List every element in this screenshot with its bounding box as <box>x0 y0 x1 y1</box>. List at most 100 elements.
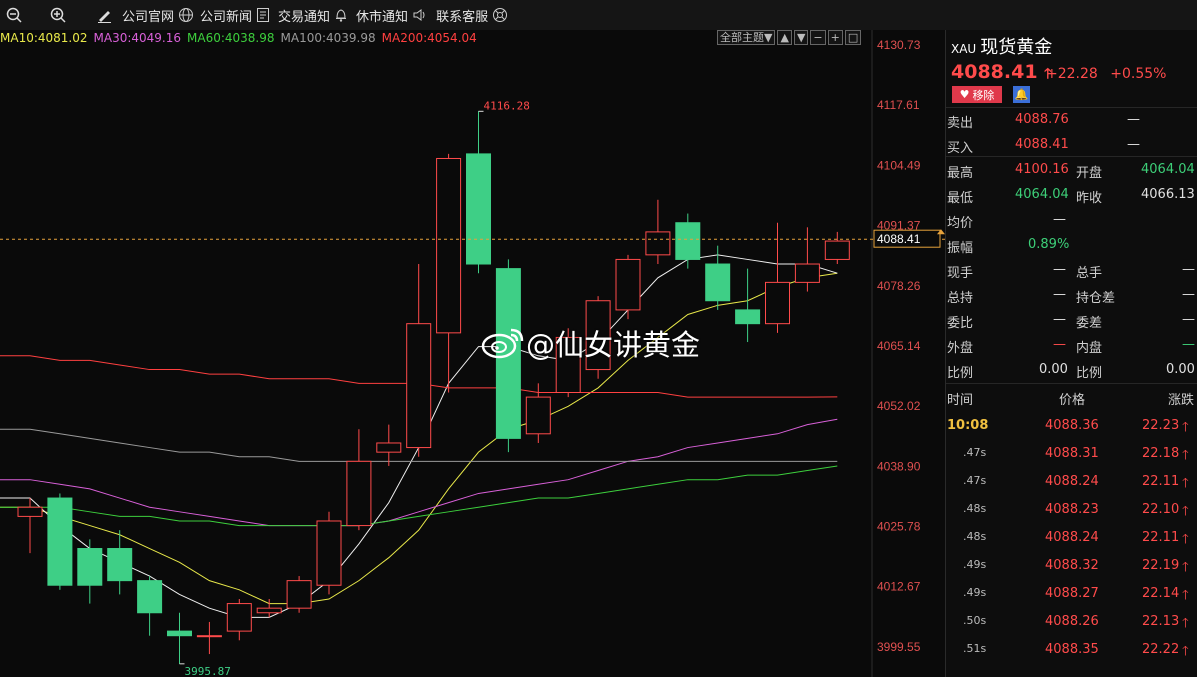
quote-change-pct: +0.55% <box>1110 66 1167 82</box>
high-label: 最高 <box>947 166 974 181</box>
tick-row: .51s 4088.35 22.22 🡑 <box>946 636 1197 664</box>
toolbar-trade-notice[interactable]: 交易通知 <box>278 6 348 25</box>
bili1-value: 0.00 <box>1039 362 1068 377</box>
y-tick-label: 4065.14 <box>877 339 921 353</box>
sell-label: 卖出 <box>947 116 974 131</box>
amp-value: 0.89% <box>1028 237 1070 252</box>
diff-label: 委差 <box>1076 316 1103 331</box>
candle-body <box>466 153 491 265</box>
document-icon <box>257 8 270 22</box>
collapse-down-icon[interactable]: ▼ <box>793 30 809 45</box>
now-hand-label: 现手 <box>947 266 974 281</box>
tick-change: 22.14 <box>1142 586 1180 601</box>
row-amp: 振幅 0.89% <box>946 233 1197 258</box>
row-high-open: 最高 4100.16 开盘 4064.04 <box>946 158 1197 183</box>
tick-row: .47s 4088.31 22.18 🡑 <box>946 440 1197 468</box>
row-low-prev: 最低 4064.04 昨收 4066.13 <box>946 183 1197 208</box>
tick-row: .49s 4088.27 22.14 🡑 <box>946 580 1197 608</box>
row-hold: 总持 — 持仓差 — <box>946 283 1197 308</box>
candle-body <box>675 222 701 260</box>
tick-price: 4088.24 <box>1045 474 1099 489</box>
row-avg: 均价 — <box>946 208 1197 233</box>
candle-body <box>107 548 133 582</box>
tick-row: .50s 4088.26 22.13 🡑 <box>946 608 1197 636</box>
tick-change: 22.13 <box>1142 614 1180 629</box>
candle-body <box>794 263 820 283</box>
row-buy: 买入 4088.41 — <box>946 133 1197 158</box>
now-hand-value: — <box>1053 262 1066 277</box>
ma-line-ma60 <box>0 465 838 527</box>
tick-change: 22.18 <box>1142 446 1180 461</box>
candle-body <box>406 323 432 449</box>
y-tick-label: 4038.90 <box>877 459 921 473</box>
alert-bell-button[interactable]: 🔔 <box>1013 86 1030 103</box>
toolbar-support[interactable]: 联系客服 <box>436 6 508 25</box>
tick-time: .49s <box>963 558 987 571</box>
quote-name: 现货黄金 <box>980 37 1053 58</box>
tick-time: 10:08 <box>947 418 989 433</box>
candle-body <box>376 442 402 453</box>
minus-box-icon[interactable]: − <box>810 30 826 45</box>
up-arrow-icon: 🡑 <box>1182 616 1189 631</box>
kline-chart-svg: 4130.734117.614104.494091.374078.264065.… <box>0 30 945 677</box>
tick-row: 10:08 4088.36 22.23 🡑 <box>946 412 1197 440</box>
tick-price: 4088.23 <box>1045 502 1099 517</box>
tick-change: 22.11 <box>1142 530 1180 545</box>
bili1-label: 比例 <box>947 366 974 381</box>
pen-draw-icon[interactable] <box>90 1 118 29</box>
row-outer-inner: 外盘 — 内盘 — <box>946 333 1197 358</box>
low-value: 4064.04 <box>1015 187 1069 202</box>
candle-body <box>137 580 163 614</box>
buy-price: 4088.41 <box>1015 137 1069 152</box>
zoom-out-icon[interactable] <box>0 1 28 29</box>
top-toolbar: 公司官网 公司新闻 交易通知 休市通知 联系客服 <box>0 0 1197 31</box>
fullscreen-icon[interactable]: □ <box>844 30 862 45</box>
candle-body <box>226 603 252 632</box>
up-arrow-icon: 🡑 <box>1182 644 1189 659</box>
plus-box-icon[interactable]: + <box>827 30 843 45</box>
low-label: 最低 <box>947 191 974 206</box>
speaker-icon <box>413 9 425 21</box>
toolbar-company-site[interactable]: 公司官网 <box>122 6 194 25</box>
candle-body <box>346 460 372 527</box>
candle-body <box>436 157 462 334</box>
candle-body <box>615 258 641 311</box>
quote-symbol: XAU <box>951 42 977 56</box>
y-tick-label: 4104.49 <box>877 158 921 172</box>
candle-body <box>735 309 761 325</box>
candle-body <box>316 520 342 586</box>
toolbar-company-news[interactable]: 公司新闻 <box>200 6 270 25</box>
tick-change: 22.11 <box>1142 474 1180 489</box>
y-tick-label: 4130.73 <box>877 38 921 52</box>
ticks-header-change: 涨跌 <box>1168 393 1195 408</box>
theme-dropdown[interactable]: 全部主题▼ <box>717 30 776 45</box>
high-value: 4100.16 <box>1015 162 1069 177</box>
zoom-in-icon[interactable] <box>44 1 72 29</box>
row-hands: 现手 — 总手 — <box>946 258 1197 283</box>
ma-legend: MA10:4081.02 MA30:4049.16 MA60:4038.98 MA10… <box>0 31 483 47</box>
toolbar-company-news-label: 公司新闻 <box>200 9 253 25</box>
quote-change-value: +22.28 <box>1046 66 1098 82</box>
kline-chart[interactable]: 4130.73 4117.61 4104.49 4091.37 4078.26 4065.… <box>0 30 945 677</box>
tick-time: .47s <box>963 446 987 459</box>
collapse-up-icon[interactable]: ▲ <box>777 30 792 45</box>
candle-body <box>47 497 73 586</box>
ratio-label: 委比 <box>947 316 974 331</box>
quote-price: 4088.41 🡑 <box>951 61 1051 87</box>
row-bili: 比例 0.00 比例 0.00 <box>946 358 1197 383</box>
candle-body <box>765 281 790 325</box>
toolbar-trade-notice-label: 交易通知 <box>278 9 331 25</box>
hold-diff-label: 持仓差 <box>1076 291 1116 306</box>
tick-change: 22.19 <box>1142 558 1180 573</box>
prev-close-value: 4066.13 <box>1141 187 1195 202</box>
candle-body <box>824 240 850 260</box>
watermark: @仙女讲黄金 <box>480 322 700 364</box>
remove-watchlist-button[interactable]: ♥ 移除 <box>952 86 1002 103</box>
tick-row: .48s 4088.24 22.11 🡑 <box>946 524 1197 552</box>
toolbar-market-close[interactable]: 休市通知 <box>356 6 428 25</box>
total-hold-label: 总持 <box>947 291 974 306</box>
ma-legend-item: MA60:4038.98 <box>187 31 275 45</box>
current-price-label: 4088.41 <box>877 232 921 246</box>
watermark-text: @仙女讲黄金 <box>526 328 701 362</box>
low-marker-label: 3995.87 <box>185 665 231 677</box>
